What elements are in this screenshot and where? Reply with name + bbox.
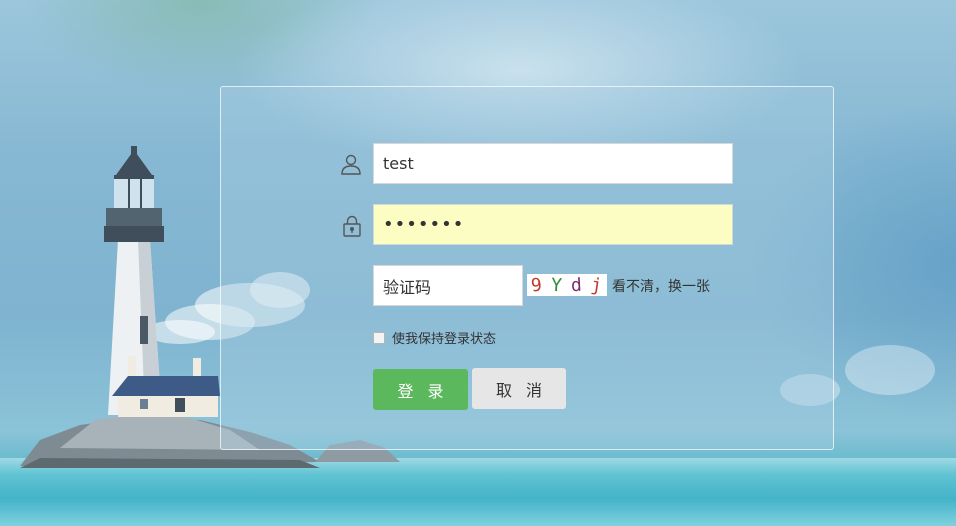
remember-checkbox[interactable] bbox=[373, 331, 385, 344]
password-input[interactable]: ••••••• bbox=[373, 204, 733, 245]
remember-me[interactable]: 使我保持登录状态 bbox=[373, 328, 496, 347]
lock-icon bbox=[340, 214, 364, 238]
keeper-house bbox=[112, 356, 220, 417]
captcha-char: j bbox=[589, 273, 605, 297]
captcha-char: 9 bbox=[530, 273, 544, 297]
remember-label: 使我保持登录状态 bbox=[392, 332, 497, 347]
refresh-captcha-link[interactable]: 看不清，换一张 bbox=[612, 276, 710, 296]
captcha-char: d bbox=[570, 274, 584, 296]
login-button[interactable]: 登录 bbox=[373, 369, 468, 410]
captcha-input[interactable]: 验证码 bbox=[373, 265, 523, 306]
captcha-image[interactable]: 9 Y d j bbox=[527, 274, 607, 296]
cancel-button[interactable]: 取消 bbox=[472, 368, 566, 409]
user-icon bbox=[339, 152, 363, 176]
username-input[interactable]: test bbox=[373, 143, 733, 184]
captcha-char: Y bbox=[550, 274, 564, 296]
